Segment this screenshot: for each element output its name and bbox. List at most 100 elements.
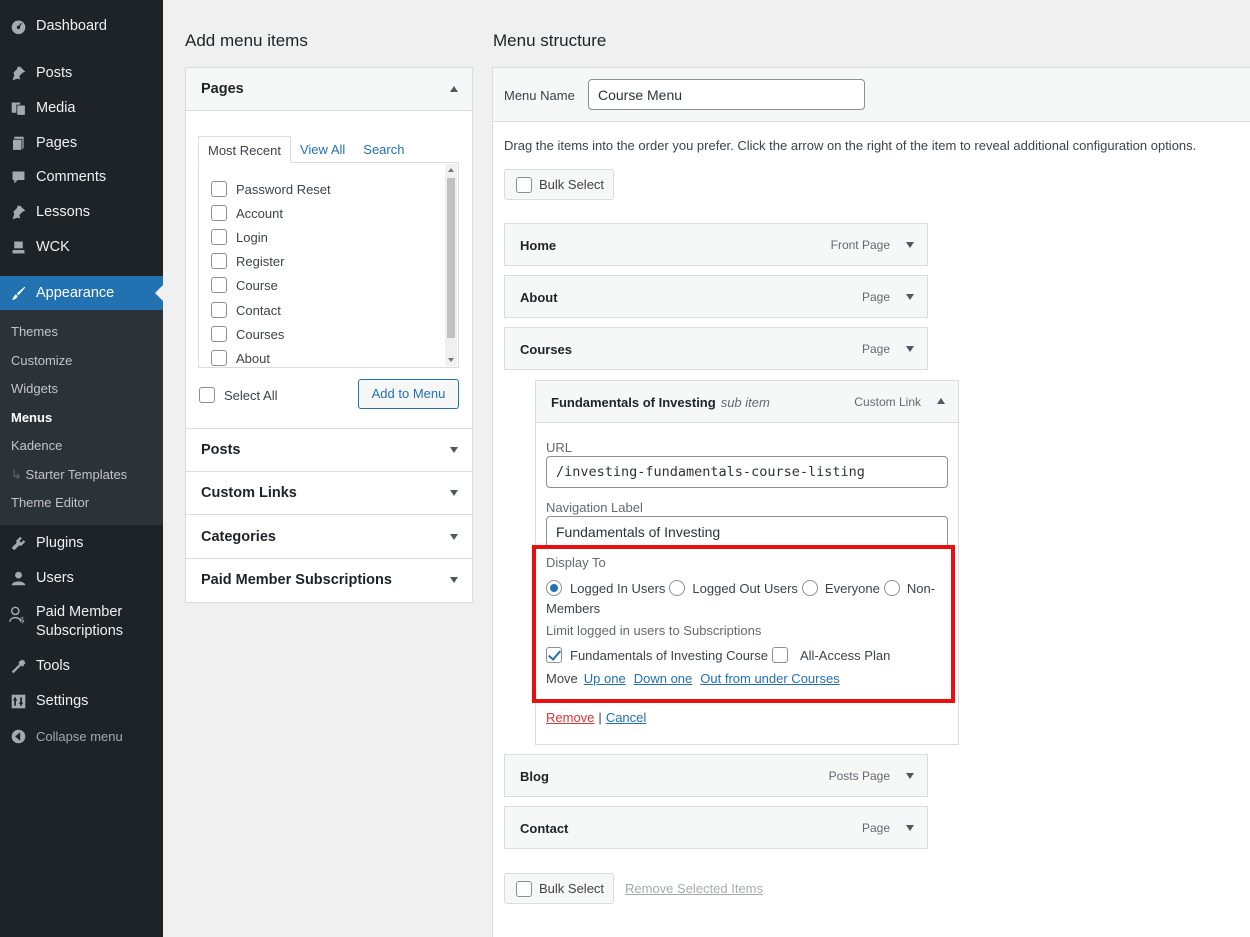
sidebar-item-plugins[interactable]: Plugins bbox=[0, 529, 163, 557]
sidebar-item-dashboard[interactable]: Dashboard bbox=[0, 12, 163, 40]
page-checkbox[interactable] bbox=[211, 277, 227, 293]
page-checkbox[interactable] bbox=[211, 181, 227, 197]
menu-item-fundamentals-of-investing[interactable]: Fundamentals of Investing sub item Custom… bbox=[535, 380, 959, 423]
paid-member-subscriptions-accordion-header[interactable]: Paid Member Subscriptions bbox=[186, 559, 472, 602]
menu-item-type: Page bbox=[861, 342, 890, 356]
sidebar-item-label-line2: Subscriptions bbox=[36, 623, 124, 639]
bulk-select-button-top[interactable]: Bulk Select bbox=[504, 169, 614, 200]
menu-item-about[interactable]: About Page bbox=[504, 275, 928, 318]
submenu-item-customize[interactable]: Customize bbox=[11, 353, 72, 368]
expand-arrow-icon[interactable] bbox=[906, 825, 914, 831]
page-label: Register bbox=[236, 253, 285, 269]
expand-arrow-icon[interactable] bbox=[450, 534, 458, 540]
page-checkbox-row[interactable]: Account bbox=[211, 205, 283, 221]
collapse-arrow-icon[interactable] bbox=[937, 398, 945, 404]
submenu-item-starter-templates[interactable]: ↳ Starter Templates bbox=[11, 467, 127, 483]
sidebar-item-wck[interactable]: WCK bbox=[0, 233, 163, 261]
select-all-row[interactable]: Select All bbox=[199, 387, 277, 403]
bulk-select-checkbox[interactable] bbox=[516, 880, 532, 897]
page-checkbox[interactable] bbox=[211, 326, 227, 342]
submenu-item-kadence[interactable]: Kadence bbox=[11, 438, 62, 453]
sidebar-item-posts[interactable]: Posts bbox=[0, 59, 163, 87]
submenu-item-widgets[interactable]: Widgets bbox=[11, 381, 58, 396]
dashboard-icon bbox=[9, 17, 27, 35]
menu-item-blog[interactable]: Blog Posts Page bbox=[504, 754, 928, 797]
url-input[interactable]: /investing-fundamentals-course-listing bbox=[546, 456, 948, 488]
page-checkbox-row[interactable]: Courses bbox=[211, 326, 284, 342]
page-label: Courses bbox=[236, 326, 285, 342]
page-checkbox-row[interactable]: About bbox=[211, 350, 270, 366]
sidebar-item-label: Posts bbox=[36, 65, 73, 81]
sidebar-item-paid-member-subscriptions[interactable]: $ Paid Member Subscriptions bbox=[0, 603, 163, 645]
pages-accordion-header[interactable]: Pages bbox=[186, 68, 472, 111]
page-checkbox[interactable] bbox=[211, 302, 227, 318]
submenu-item-menus[interactable]: Menus bbox=[11, 410, 52, 425]
sidebar-item-lessons[interactable]: Lessons bbox=[0, 198, 163, 226]
select-all-checkbox[interactable] bbox=[199, 387, 215, 403]
sidebar-item-users[interactable]: Users bbox=[0, 564, 163, 592]
expand-arrow-icon[interactable] bbox=[906, 773, 914, 779]
page-checkbox-row[interactable]: Login bbox=[211, 229, 268, 245]
cancel-link[interactable]: Cancel bbox=[606, 710, 646, 725]
tab-search[interactable]: Search bbox=[354, 136, 413, 163]
page-checkbox[interactable] bbox=[211, 350, 227, 366]
remove-item-link[interactable]: Remove bbox=[546, 710, 594, 725]
custom-links-accordion-header[interactable]: Custom Links bbox=[186, 472, 472, 515]
appearance-submenu: Themes Customize Widgets Menus Kadence ↳… bbox=[0, 310, 163, 525]
collapse-menu-button[interactable]: Collapse menu bbox=[0, 722, 163, 750]
menu-item-contact[interactable]: Contact Page bbox=[504, 806, 928, 849]
expand-arrow-icon[interactable] bbox=[450, 577, 458, 583]
menu-item-title: Contact bbox=[520, 821, 569, 836]
sidebar-item-pages[interactable]: Pages bbox=[0, 129, 163, 157]
posts-accordion-header[interactable]: Posts bbox=[186, 429, 472, 472]
expand-arrow-icon[interactable] bbox=[906, 294, 914, 300]
select-all-label: Select All bbox=[224, 387, 278, 403]
sidebar-item-tools[interactable]: Tools bbox=[0, 652, 163, 680]
menu-item-home[interactable]: Home Front Page bbox=[504, 223, 928, 266]
bulk-select-checkbox[interactable] bbox=[516, 176, 532, 193]
expand-arrow-icon[interactable] bbox=[450, 490, 458, 496]
sidebar-item-settings[interactable]: Settings bbox=[0, 687, 163, 715]
page-checkbox-row[interactable]: Register bbox=[211, 253, 284, 269]
page-label: Login bbox=[236, 229, 268, 245]
menu-name-input[interactable]: Course Menu bbox=[588, 79, 865, 110]
page-checkbox-row[interactable]: Course bbox=[211, 277, 278, 293]
remove-selected-items-link[interactable]: Remove Selected Items bbox=[625, 881, 763, 896]
sidebar-item-label: Media bbox=[36, 100, 76, 116]
submenu-indent-marker: ↳ bbox=[11, 467, 22, 482]
expand-arrow-icon[interactable] bbox=[450, 447, 458, 453]
page-checkbox-row[interactable]: Contact bbox=[211, 302, 281, 318]
sidebar-item-label: Pages bbox=[36, 135, 78, 151]
menu-structure-title: Menu structure bbox=[493, 31, 607, 50]
menu-item-title: Home bbox=[520, 238, 557, 253]
sidebar-item-label: Paid Member bbox=[36, 604, 123, 620]
scroll-thumb[interactable] bbox=[447, 178, 455, 338]
page-label: About bbox=[236, 350, 270, 366]
bulk-select-button-bottom[interactable]: Bulk Select bbox=[504, 873, 614, 904]
add-to-menu-button[interactable]: Add to Menu bbox=[358, 379, 459, 409]
navigation-label-input[interactable]: Fundamentals of Investing bbox=[546, 516, 948, 548]
tab-most-recent[interactable]: Most Recent bbox=[198, 136, 291, 163]
submenu-item-themes[interactable]: Themes bbox=[11, 324, 58, 339]
submenu-item-theme-editor[interactable]: Theme Editor bbox=[11, 495, 89, 510]
scroll-up-icon[interactable] bbox=[448, 168, 454, 172]
sidebar-item-media[interactable]: Media bbox=[0, 94, 163, 122]
expand-arrow-icon[interactable] bbox=[906, 346, 914, 352]
wck-icon bbox=[9, 238, 27, 256]
page-checkbox[interactable] bbox=[211, 253, 227, 269]
page-checkbox-row[interactable]: Password Reset bbox=[211, 181, 331, 197]
expand-arrow-icon[interactable] bbox=[906, 242, 914, 248]
collapse-arrow-icon[interactable] bbox=[450, 86, 458, 92]
scrollbar[interactable] bbox=[445, 164, 457, 366]
tab-view-all[interactable]: View All bbox=[291, 136, 354, 163]
scroll-down-icon[interactable] bbox=[448, 358, 454, 362]
page-checkbox[interactable] bbox=[211, 205, 227, 221]
item-actions: Remove | Cancel bbox=[546, 710, 646, 725]
other-sources-accordion: Posts Custom Links Categories Paid Membe… bbox=[185, 428, 473, 603]
page-checkbox[interactable] bbox=[211, 229, 227, 245]
categories-accordion-header[interactable]: Categories bbox=[186, 516, 472, 559]
menu-item-courses[interactable]: Courses Page bbox=[504, 327, 928, 370]
actions-separator: | bbox=[598, 710, 602, 725]
sidebar-item-appearance[interactable]: Appearance bbox=[0, 276, 163, 310]
sidebar-item-comments[interactable]: Comments bbox=[0, 163, 163, 191]
